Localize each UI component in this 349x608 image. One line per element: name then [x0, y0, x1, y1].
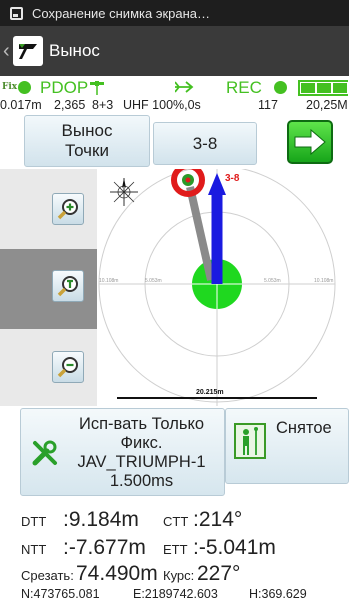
scale-bar-label: 20.215m [196, 389, 224, 396]
pdop-value: 2,365 [54, 98, 86, 112]
stakeout-toolbar: Вынос Точки 3-8 [0, 114, 349, 169]
zoom-fit-button[interactable] [52, 270, 84, 302]
zoom-controls [0, 169, 97, 406]
zoom-in-button[interactable] [52, 193, 84, 225]
zoom-out-button[interactable] [52, 351, 84, 383]
status-notification-text: Сохранение снимка экрана… [32, 5, 211, 21]
compass-rose-icon [110, 178, 138, 206]
surveyor-icon [234, 423, 266, 459]
receiver-name: JAV_TRIUMPH-1 [77, 453, 206, 471]
measured-points-label: Снятое [276, 419, 332, 437]
ring-label-left-inner: 5.053m [145, 278, 162, 284]
stakeout-readouts: DTT :9.184m CTT :214° NTT :-7.677m ETT :… [0, 498, 349, 608]
easting-value: E:2189742.603 [133, 587, 218, 601]
fixed-only-line2: Фикс. [120, 434, 163, 452]
rec-label: REC [226, 78, 262, 97]
pdop-label: PDOP [40, 78, 89, 97]
precision-value: 0.017m [0, 98, 42, 112]
rec-status-icon [274, 81, 287, 94]
ctt-value: :214° [193, 508, 243, 531]
ctt-label: CTT [163, 514, 189, 529]
ring-label-left-outer: 10.108m [99, 278, 118, 284]
zoom-fit-icon [57, 276, 78, 297]
fix-status-icon [18, 81, 31, 94]
battery-icon [298, 80, 348, 96]
target-point-label: 3-8 [225, 173, 240, 184]
ntt-value: :-7.677m [63, 536, 146, 559]
screenshot-icon [10, 6, 23, 20]
ett-value: :-5.041m [193, 536, 276, 559]
action-bar: ‹ Вынос [0, 26, 349, 76]
gnss-values-row: 0.017m 2,365 8+3 UHF 100%,0s 117 20,25M [0, 98, 349, 114]
cut-value: 74.490m [76, 562, 158, 585]
wrench-icon [32, 440, 57, 466]
height-value: H:369.629 [249, 587, 307, 601]
epoch-count: 117 [258, 98, 278, 112]
status-bar: Сохранение снимка экрана… [0, 0, 349, 26]
bottom-panel: Исп-вать Только Фикс. JAV_TRIUMPH-1 1.50… [0, 406, 349, 498]
zoom-in-icon [57, 199, 78, 220]
use-fixed-only-button[interactable]: Исп-вать Только Фикс. JAV_TRIUMPH-1 1.50… [20, 408, 225, 496]
stakeout-points-label-line2: Точки [65, 141, 109, 160]
stakeout-graphic[interactable]: 10.108m 5.053m 5.053m 10.108m 3-8 20.215… [97, 169, 349, 406]
link-status: UHF 100%,0s [123, 98, 201, 112]
ring-label-right-inner: 5.053m [264, 278, 281, 284]
northing-value: N:473765.081 [21, 587, 100, 601]
elapsed-value: 20,25M [306, 98, 348, 112]
gnss-status-row: Fix PDOP REC [0, 78, 349, 98]
course-value: 227° [197, 562, 241, 585]
ett-label: ETT [163, 542, 188, 557]
link-arrow-icon [175, 81, 194, 93]
stakeout-points-button[interactable]: Вынос Точки [24, 115, 150, 167]
page-title: Вынос [49, 41, 100, 60]
point-selector-button[interactable]: 3-8 [153, 122, 257, 165]
coordinates-row: N:473765.081 E:2189742.603 H:369.629 [0, 587, 349, 605]
arrow-right-icon [294, 128, 326, 156]
back-chevron-icon[interactable]: ‹ [3, 40, 13, 63]
next-point-button[interactable] [287, 120, 333, 164]
ring-label-right-outer: 10.108m [314, 278, 333, 284]
cut-label: Срезать: [21, 568, 74, 583]
satellite-count: 8+3 [92, 98, 114, 112]
fixed-only-line1: Исп-вать Только [78, 415, 205, 433]
stakeout-map[interactable]: 10.108m 5.053m 5.053m 10.108m 3-8 20.215… [0, 169, 349, 406]
ntt-label: NTT [21, 542, 47, 557]
fix-label: Fix [2, 82, 18, 92]
dtt-label: DTT [21, 514, 47, 529]
receiver-rate: 1.500ms [109, 472, 174, 490]
stakeout-points-label-line1: Вынос [61, 121, 113, 140]
dtt-value: :9.184m [63, 508, 139, 531]
measured-points-button[interactable]: Снятое [225, 408, 349, 484]
satellite-icon [90, 81, 104, 95]
use-fixed-only-text: Исп-вать Только Фикс. JAV_TRIUMPH-1 1.50… [59, 415, 224, 491]
course-label: Курс: [163, 568, 195, 583]
zoom-out-icon [57, 357, 78, 378]
app-logo-icon[interactable] [13, 36, 43, 66]
